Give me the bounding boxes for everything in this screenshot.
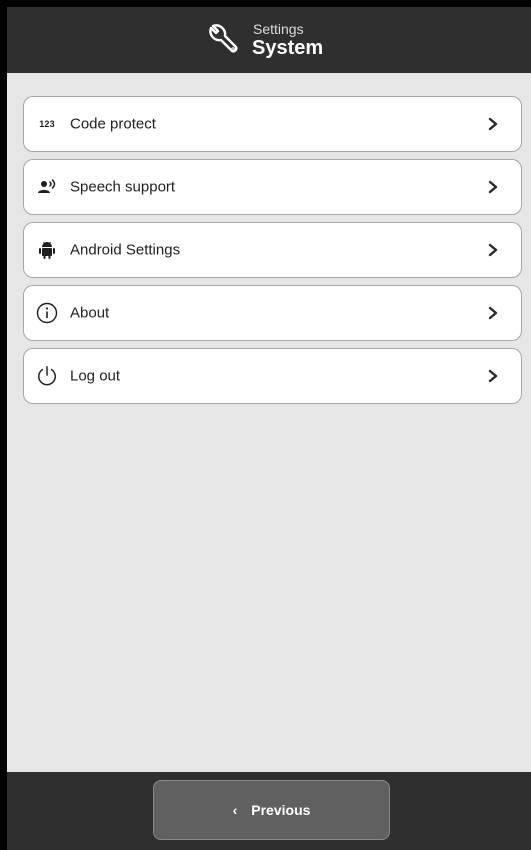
header-bar: Settings System [7, 7, 531, 73]
wrench-icon [209, 24, 238, 53]
menu-item-log-out[interactable]: Log out [23, 348, 522, 404]
info-icon [36, 302, 58, 324]
chevron-right-icon [488, 180, 498, 194]
menu-item-label: Log out [70, 367, 121, 385]
chevron-right-icon [488, 369, 498, 383]
menu-item-code-protect[interactable]: 123 Code protect [23, 96, 522, 152]
chevron-right-icon [488, 243, 498, 257]
menu-item-label: Code protect [70, 115, 156, 133]
previous-button-label: Previous [251, 802, 311, 818]
chevron-right-icon [488, 306, 498, 320]
app-frame: Settings System 123 Code protect Speech … [7, 7, 531, 850]
footer-bar: ‹ Previous [7, 772, 531, 850]
menu-item-speech-support[interactable]: Speech support [23, 159, 522, 215]
menu-item-label: Android Settings [70, 241, 181, 259]
chevron-right-icon [488, 117, 498, 131]
page-title: System [252, 37, 324, 59]
chevron-left-icon: ‹ [232, 802, 238, 818]
menu-item-label: About [70, 304, 110, 322]
header-subtitle: Settings [253, 21, 304, 37]
speech-icon [36, 176, 58, 198]
code-123-icon: 123 [39, 119, 55, 129]
menu-item-label: Speech support [70, 178, 176, 196]
settings-menu: 123 Code protect Speech support Android … [23, 96, 522, 411]
android-icon [36, 239, 58, 261]
previous-button[interactable]: ‹ Previous [153, 780, 390, 840]
menu-item-android-settings[interactable]: Android Settings [23, 222, 522, 278]
menu-item-about[interactable]: About [23, 285, 522, 341]
power-icon [36, 365, 58, 387]
